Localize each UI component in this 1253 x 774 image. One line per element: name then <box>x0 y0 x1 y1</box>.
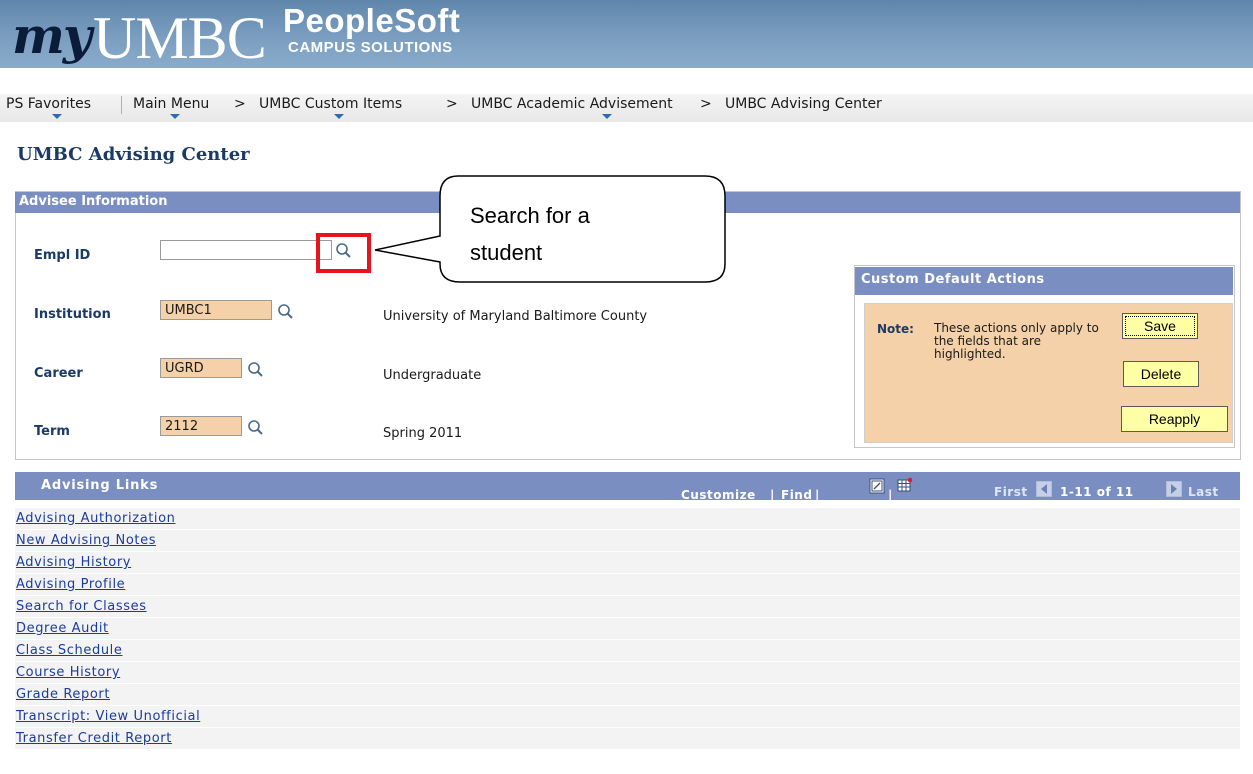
custom-default-actions-header: Custom Default Actions <box>855 267 1233 295</box>
link-advising-authorization[interactable]: Advising Authorization <box>16 511 176 526</box>
institution-input[interactable] <box>160 300 272 320</box>
search-icon[interactable] <box>246 360 266 380</box>
link-advising-profile[interactable]: Advising Profile <box>16 577 125 592</box>
customize-link[interactable]: Customize <box>681 488 756 502</box>
list-item: Degree Audit <box>15 618 1240 640</box>
list-item: Course History <box>15 662 1240 684</box>
list-item: Class Schedule <box>15 640 1240 662</box>
logo-umbc: UMBC <box>93 5 267 71</box>
advising-links-title: Advising Links <box>41 478 159 493</box>
link-degree-audit[interactable]: Degree Audit <box>16 621 109 636</box>
career-description: Undergraduate <box>383 368 482 383</box>
breadcrumb: PS Favorites Main Menu > UMBC Custom Ite… <box>0 94 1253 122</box>
download-grid-icon[interactable] <box>897 477 913 493</box>
reapply-button[interactable]: Reapply <box>1121 406 1228 432</box>
link-class-schedule[interactable]: Class Schedule <box>16 643 122 658</box>
list-item: Transcript: View Unofficial <box>15 706 1240 728</box>
nav-separator: > <box>700 96 712 112</box>
empl-id-label: Empl ID <box>34 248 91 263</box>
nav-main-menu[interactable]: Main Menu <box>133 96 209 112</box>
career-input[interactable] <box>160 358 242 378</box>
nav-separator: > <box>446 96 458 112</box>
nav-separator: > <box>234 96 246 112</box>
tool-divider: | <box>815 488 820 502</box>
institution-description: University of Maryland Baltimore County <box>383 309 648 324</box>
list-item: Transfer Credit Report <box>15 728 1240 750</box>
link-transcript-view-unofficial[interactable]: Transcript: View Unofficial <box>16 709 200 724</box>
tool-divider: | <box>770 488 775 502</box>
last-link[interactable]: Last <box>1188 485 1219 499</box>
list-item: Search for Classes <box>15 596 1240 618</box>
find-link[interactable]: Find <box>781 488 812 502</box>
list-item: Grade Report <box>15 684 1240 706</box>
delete-button[interactable]: Delete <box>1123 361 1199 387</box>
first-link[interactable]: First <box>994 485 1028 499</box>
callout-line-1: Search for a <box>470 203 590 228</box>
tool-divider: | <box>888 488 893 502</box>
logo-peoplesoft: PeopleSoft <box>283 2 461 39</box>
chevron-down-icon[interactable] <box>52 114 62 119</box>
callout-line-2: student <box>470 240 543 265</box>
nav-divider <box>121 96 122 114</box>
list-item: Advising Profile <box>15 574 1240 596</box>
list-item: Advising History <box>15 552 1240 574</box>
link-advising-history[interactable]: Advising History <box>16 555 131 570</box>
search-icon[interactable] <box>246 418 266 438</box>
row-range: 1-11 of 11 <box>1060 485 1134 499</box>
nav-ps-favorites[interactable]: PS Favorites <box>6 96 91 112</box>
logo-campus-solutions: CAMPUS SOLUTIONS <box>288 39 453 56</box>
chevron-down-icon[interactable] <box>170 114 180 119</box>
save-button[interactable]: Save <box>1122 313 1198 339</box>
link-grade-report[interactable]: Grade Report <box>16 687 110 702</box>
search-icon[interactable] <box>276 302 296 322</box>
custom-default-actions-title: Custom Default Actions <box>861 272 1045 287</box>
logo-my: my <box>12 6 92 65</box>
previous-arrow-icon[interactable] <box>1036 481 1052 497</box>
advisee-information-header: Advisee Information <box>15 192 1240 213</box>
view-all-icon[interactable] <box>869 478 885 494</box>
list-item: New Advising Notes <box>15 530 1240 552</box>
nav-umbc-academic-advisement[interactable]: UMBC Academic Advisement <box>471 96 673 112</box>
chevron-down-icon[interactable] <box>602 114 612 119</box>
note-label: Note: <box>877 322 914 336</box>
list-item: Advising Authorization <box>15 508 1240 530</box>
link-transfer-credit-report[interactable]: Transfer Credit Report <box>16 731 172 746</box>
note-text: These actions only apply to the fields t… <box>934 321 1099 361</box>
highlight-box <box>316 233 371 273</box>
nav-umbc-custom-items[interactable]: UMBC Custom Items <box>259 96 402 112</box>
header-banner: my UMBC PeopleSoft CAMPUS SOLUTIONS <box>0 0 1253 71</box>
link-search-for-classes[interactable]: Search for Classes <box>16 599 147 614</box>
term-input[interactable] <box>160 416 242 436</box>
link-course-history[interactable]: Course History <box>16 665 120 680</box>
next-arrow-icon[interactable] <box>1166 481 1182 497</box>
nav-umbc-advising-center[interactable]: UMBC Advising Center <box>725 96 882 112</box>
empl-id-input[interactable] <box>160 240 332 260</box>
link-new-advising-notes[interactable]: New Advising Notes <box>16 533 156 548</box>
advisee-information-title: Advisee Information <box>19 194 168 209</box>
page-title: UMBC Advising Center <box>17 144 250 165</box>
term-description: Spring 2011 <box>383 426 463 441</box>
chevron-down-icon[interactable] <box>334 114 344 119</box>
advising-links-header <box>15 472 1240 500</box>
career-label: Career <box>34 366 83 381</box>
institution-label: Institution <box>34 307 111 322</box>
term-label: Term <box>34 424 70 439</box>
